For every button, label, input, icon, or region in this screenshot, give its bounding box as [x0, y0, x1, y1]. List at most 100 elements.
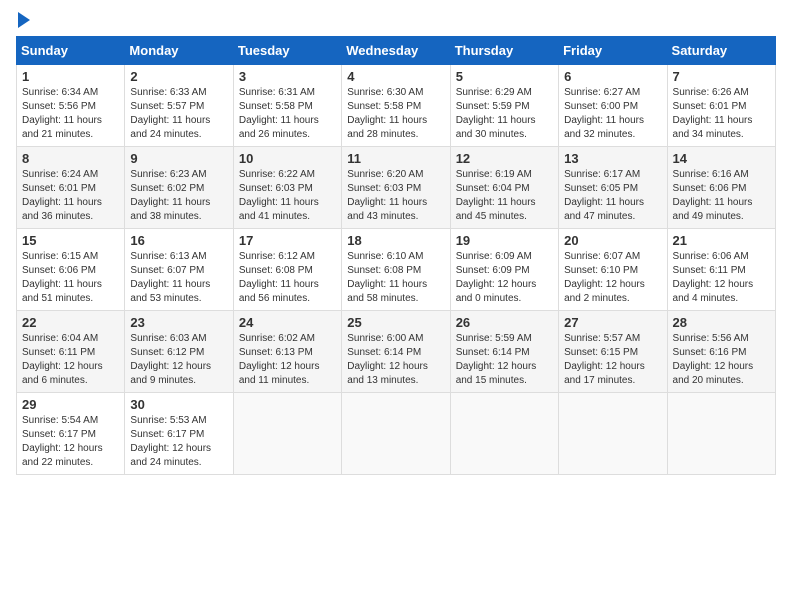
daylight-label: Daylight: 12 hours and 15 minutes.: [456, 361, 537, 386]
daylight-label: Daylight: 11 hours and 53 minutes.: [130, 279, 210, 304]
day-info: Sunrise: 6:34 AM Sunset: 5:56 PM Dayligh…: [22, 86, 119, 142]
calendar-day-cell: 4 Sunrise: 6:30 AM Sunset: 5:58 PM Dayli…: [342, 65, 450, 147]
calendar-day-cell: 27 Sunrise: 5:57 AM Sunset: 6:15 PM Dayl…: [559, 311, 667, 393]
daylight-label: Daylight: 12 hours and 24 minutes.: [130, 443, 211, 468]
day-number: 19: [456, 233, 553, 248]
calendar-week-row: 22 Sunrise: 6:04 AM Sunset: 6:11 PM Dayl…: [17, 311, 776, 393]
daylight-label: Daylight: 12 hours and 2 minutes.: [564, 279, 645, 304]
sunrise-label: Sunrise: 5:56 AM: [673, 333, 749, 344]
sunrise-label: Sunrise: 6:13 AM: [130, 251, 206, 262]
calendar-day-cell: 24 Sunrise: 6:02 AM Sunset: 6:13 PM Dayl…: [233, 311, 341, 393]
day-number: 16: [130, 233, 227, 248]
weekday-header: Monday: [125, 37, 233, 65]
calendar-day-cell: 14 Sunrise: 6:16 AM Sunset: 6:06 PM Dayl…: [667, 147, 775, 229]
day-info: Sunrise: 6:23 AM Sunset: 6:02 PM Dayligh…: [130, 168, 227, 224]
day-info: Sunrise: 5:54 AM Sunset: 6:17 PM Dayligh…: [22, 414, 119, 470]
sunset-label: Sunset: 6:08 PM: [347, 265, 421, 276]
daylight-label: Daylight: 11 hours and 58 minutes.: [347, 279, 427, 304]
day-number: 4: [347, 69, 444, 84]
calendar-header-row: SundayMondayTuesdayWednesdayThursdayFrid…: [17, 37, 776, 65]
daylight-label: Daylight: 11 hours and 51 minutes.: [22, 279, 102, 304]
day-info: Sunrise: 6:33 AM Sunset: 5:57 PM Dayligh…: [130, 86, 227, 142]
sunrise-label: Sunrise: 6:23 AM: [130, 169, 206, 180]
daylight-label: Daylight: 11 hours and 30 minutes.: [456, 115, 536, 140]
day-number: 3: [239, 69, 336, 84]
day-info: Sunrise: 6:27 AM Sunset: 6:00 PM Dayligh…: [564, 86, 661, 142]
day-number: 15: [22, 233, 119, 248]
sunset-label: Sunset: 6:11 PM: [22, 347, 95, 358]
logo-arrow-icon: [18, 12, 30, 28]
sunset-label: Sunset: 6:03 PM: [239, 183, 313, 194]
daylight-label: Daylight: 11 hours and 47 minutes.: [564, 197, 644, 222]
sunrise-label: Sunrise: 6:09 AM: [456, 251, 532, 262]
sunrise-label: Sunrise: 6:17 AM: [564, 169, 640, 180]
weekday-header: Friday: [559, 37, 667, 65]
sunrise-label: Sunrise: 6:00 AM: [347, 333, 423, 344]
daylight-label: Daylight: 11 hours and 45 minutes.: [456, 197, 536, 222]
calendar-day-cell: 17 Sunrise: 6:12 AM Sunset: 6:08 PM Dayl…: [233, 229, 341, 311]
day-number: 17: [239, 233, 336, 248]
sunset-label: Sunset: 6:04 PM: [456, 183, 530, 194]
day-number: 12: [456, 151, 553, 166]
sunset-label: Sunset: 6:16 PM: [673, 347, 747, 358]
day-info: Sunrise: 6:09 AM Sunset: 6:09 PM Dayligh…: [456, 250, 553, 306]
day-info: Sunrise: 6:17 AM Sunset: 6:05 PM Dayligh…: [564, 168, 661, 224]
sunset-label: Sunset: 6:01 PM: [673, 101, 747, 112]
sunset-label: Sunset: 6:00 PM: [564, 101, 638, 112]
daylight-label: Daylight: 11 hours and 56 minutes.: [239, 279, 319, 304]
sunset-label: Sunset: 6:06 PM: [22, 265, 96, 276]
day-info: Sunrise: 6:13 AM Sunset: 6:07 PM Dayligh…: [130, 250, 227, 306]
day-info: Sunrise: 6:19 AM Sunset: 6:04 PM Dayligh…: [456, 168, 553, 224]
sunrise-label: Sunrise: 6:34 AM: [22, 87, 98, 98]
day-info: Sunrise: 5:53 AM Sunset: 6:17 PM Dayligh…: [130, 414, 227, 470]
calendar-day-cell: 30 Sunrise: 5:53 AM Sunset: 6:17 PM Dayl…: [125, 393, 233, 475]
day-info: Sunrise: 6:31 AM Sunset: 5:58 PM Dayligh…: [239, 86, 336, 142]
day-number: 27: [564, 315, 661, 330]
daylight-label: Daylight: 11 hours and 34 minutes.: [673, 115, 753, 140]
daylight-label: Daylight: 11 hours and 26 minutes.: [239, 115, 319, 140]
calendar-day-cell: 5 Sunrise: 6:29 AM Sunset: 5:59 PM Dayli…: [450, 65, 558, 147]
calendar-day-cell: 9 Sunrise: 6:23 AM Sunset: 6:02 PM Dayli…: [125, 147, 233, 229]
calendar-day-cell: [233, 393, 341, 475]
day-info: Sunrise: 6:30 AM Sunset: 5:58 PM Dayligh…: [347, 86, 444, 142]
day-info: Sunrise: 6:15 AM Sunset: 6:06 PM Dayligh…: [22, 250, 119, 306]
day-number: 24: [239, 315, 336, 330]
day-number: 23: [130, 315, 227, 330]
calendar-day-cell: 21 Sunrise: 6:06 AM Sunset: 6:11 PM Dayl…: [667, 229, 775, 311]
sunrise-label: Sunrise: 5:54 AM: [22, 415, 98, 426]
sunset-label: Sunset: 6:13 PM: [239, 347, 313, 358]
daylight-label: Daylight: 12 hours and 20 minutes.: [673, 361, 754, 386]
sunset-label: Sunset: 6:10 PM: [564, 265, 638, 276]
daylight-label: Daylight: 11 hours and 41 minutes.: [239, 197, 319, 222]
sunset-label: Sunset: 6:14 PM: [456, 347, 530, 358]
sunrise-label: Sunrise: 5:53 AM: [130, 415, 206, 426]
day-info: Sunrise: 6:03 AM Sunset: 6:12 PM Dayligh…: [130, 332, 227, 388]
calendar-day-cell: 29 Sunrise: 5:54 AM Sunset: 6:17 PM Dayl…: [17, 393, 125, 475]
weekday-header: Wednesday: [342, 37, 450, 65]
sunset-label: Sunset: 5:57 PM: [130, 101, 204, 112]
sunrise-label: Sunrise: 6:04 AM: [22, 333, 98, 344]
sunset-label: Sunset: 5:58 PM: [239, 101, 313, 112]
day-number: 8: [22, 151, 119, 166]
day-info: Sunrise: 6:26 AM Sunset: 6:01 PM Dayligh…: [673, 86, 770, 142]
calendar-day-cell: 8 Sunrise: 6:24 AM Sunset: 6:01 PM Dayli…: [17, 147, 125, 229]
day-info: Sunrise: 5:56 AM Sunset: 6:16 PM Dayligh…: [673, 332, 770, 388]
daylight-label: Daylight: 12 hours and 9 minutes.: [130, 361, 211, 386]
sunrise-label: Sunrise: 6:27 AM: [564, 87, 640, 98]
day-number: 21: [673, 233, 770, 248]
day-info: Sunrise: 6:12 AM Sunset: 6:08 PM Dayligh…: [239, 250, 336, 306]
weekday-header: Tuesday: [233, 37, 341, 65]
daylight-label: Daylight: 11 hours and 43 minutes.: [347, 197, 427, 222]
day-number: 13: [564, 151, 661, 166]
calendar-day-cell: 22 Sunrise: 6:04 AM Sunset: 6:11 PM Dayl…: [17, 311, 125, 393]
logo: [16, 16, 30, 28]
day-number: 26: [456, 315, 553, 330]
day-info: Sunrise: 6:00 AM Sunset: 6:14 PM Dayligh…: [347, 332, 444, 388]
sunset-label: Sunset: 6:03 PM: [347, 183, 421, 194]
daylight-label: Daylight: 12 hours and 4 minutes.: [673, 279, 754, 304]
sunset-label: Sunset: 6:09 PM: [456, 265, 530, 276]
sunrise-label: Sunrise: 6:24 AM: [22, 169, 98, 180]
daylight-label: Daylight: 12 hours and 11 minutes.: [239, 361, 320, 386]
calendar-day-cell: [342, 393, 450, 475]
weekday-header: Sunday: [17, 37, 125, 65]
